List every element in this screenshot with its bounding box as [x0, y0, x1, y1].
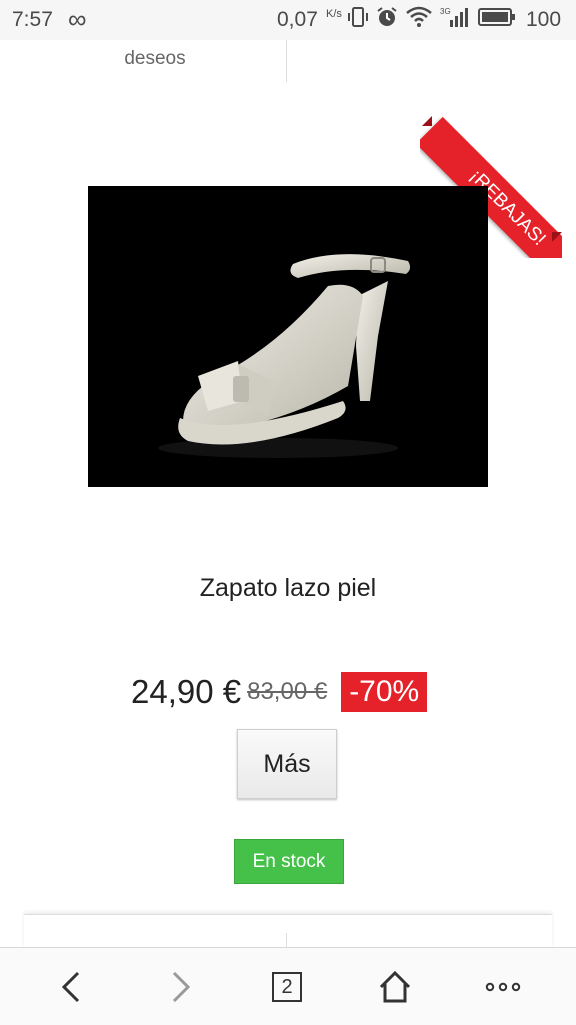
menu-button[interactable] [478, 962, 528, 1012]
forward-button[interactable] [155, 962, 205, 1012]
status-bar: 7:57 ∞ 0,07 K/s 3G 100 [0, 0, 576, 40]
actions-card [24, 914, 552, 949]
product-title[interactable]: Zapato lazo piel [0, 574, 576, 603]
battery-level: 100 [526, 8, 562, 31]
infinity-icon: ∞ [68, 4, 87, 34]
price-row: 24,90 € 83,00 € -70% [131, 670, 428, 714]
current-price: 24,90 € [131, 673, 242, 710]
network-unit: K/s [326, 8, 342, 20]
top-nav: deseos [0, 40, 576, 84]
signal-icon: 3G [440, 7, 468, 27]
battery-icon [478, 8, 515, 26]
back-icon [61, 971, 80, 1003]
browser-toolbar: 2 [0, 947, 576, 1025]
home-button[interactable] [370, 962, 420, 1012]
tabs-button[interactable]: 2 [262, 962, 312, 1012]
status-icons: 3G [348, 6, 516, 28]
home-icon [379, 970, 411, 1003]
tabs-icon: 2 [272, 972, 302, 1002]
shoe-image [158, 254, 411, 458]
discount-badge: -70% [341, 672, 428, 712]
more-button[interactable]: Más [237, 729, 337, 799]
product-image[interactable] [88, 186, 488, 487]
svg-text:3G: 3G [440, 7, 451, 16]
wishlist-link[interactable]: deseos [0, 48, 310, 70]
stock-badge: En stock [234, 839, 344, 884]
nav-divider [286, 40, 287, 82]
old-price: 83,00 € [247, 678, 328, 705]
clock: 7:57 [12, 8, 53, 31]
network-speed: 0,07 [277, 8, 318, 31]
alarm-icon [377, 7, 397, 26]
ribbon-fold-right [552, 232, 562, 242]
wifi-icon [406, 6, 432, 27]
menu-icon [485, 982, 521, 992]
back-button[interactable] [47, 962, 97, 1012]
forward-icon [172, 971, 191, 1003]
vibrate-icon [348, 7, 368, 27]
